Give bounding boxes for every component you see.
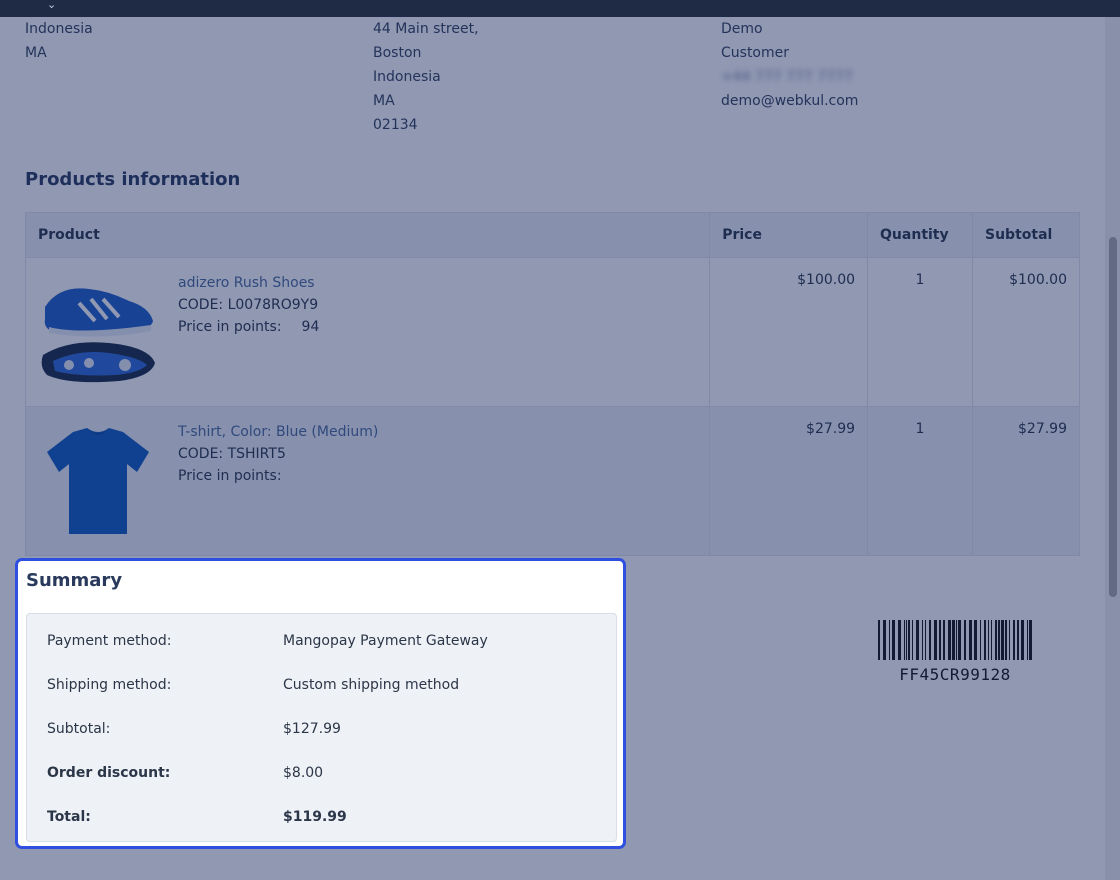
- barcode-bar: [1009, 620, 1010, 660]
- barcode-bar: [984, 620, 986, 660]
- barcode-bar: [922, 620, 923, 660]
- summary-box: Payment method: Mangopay Payment Gateway…: [26, 613, 617, 842]
- price-in-points: Price in points:: [178, 465, 378, 487]
- barcode: FF45CR99128: [876, 620, 1034, 684]
- barcode-bar: [974, 620, 977, 660]
- barcode-bar: [991, 620, 992, 660]
- barcode-bar: [980, 620, 981, 660]
- barcode-bar: [892, 620, 895, 660]
- quantity-cell: 1: [867, 406, 973, 556]
- products-table: Product Price Quantity Subtotal adizero …: [24, 212, 1080, 556]
- summary-value: $127.99: [283, 721, 341, 737]
- barcode-bar: [948, 620, 951, 660]
- subtotal-cell: $27.99: [972, 406, 1080, 556]
- address-line: Boston: [373, 45, 422, 61]
- barcode-bar: [898, 620, 901, 660]
- barcode-bar: [904, 620, 905, 660]
- quantity-cell: 1: [867, 257, 973, 407]
- scrollbar-thumb[interactable]: [1109, 237, 1117, 597]
- address-line: 02134: [373, 117, 418, 133]
- customer-phone: +44 777 777 7777: [721, 69, 853, 85]
- barcode-bar: [998, 620, 1000, 660]
- barcode-bar: [1027, 620, 1028, 660]
- barcode-bar: [988, 620, 989, 660]
- barcode-bar: [943, 620, 945, 660]
- product-code: CODE: L0078RO9Y9: [178, 297, 319, 313]
- barcode-bar: [1029, 620, 1032, 660]
- barcode-bar: [939, 620, 941, 660]
- price-in-points: Price in points: 94: [178, 316, 319, 338]
- column-header-product: Product: [24, 212, 711, 258]
- address-column-1: Indonesia MA: [25, 17, 93, 65]
- barcode-bar: [1021, 620, 1024, 660]
- barcode-bar: [889, 620, 890, 660]
- summary-label: Total:: [47, 809, 91, 825]
- barcode-bar: [958, 620, 961, 660]
- table-row: T-shirt, Color: Blue (Medium) CODE: TSHI…: [24, 406, 1080, 556]
- summary-value: $119.99: [283, 809, 347, 825]
- table-row: adizero Rush Shoes CODE: L0078RO9Y9 Pric…: [24, 257, 1080, 407]
- address-line: Indonesia: [373, 69, 441, 85]
- summary-label: Subtotal:: [47, 721, 111, 737]
- barcode-bar: [1001, 620, 1004, 660]
- column-header-quantity: Quantity: [867, 212, 973, 258]
- summary-title: Summary: [26, 570, 123, 591]
- barcode-bar: [929, 620, 931, 660]
- barcode-bar: [1013, 620, 1015, 660]
- barcode-bar: [1005, 620, 1007, 660]
- barcode-bar: [952, 620, 955, 660]
- subtotal-cell: $100.00: [972, 257, 1080, 407]
- column-header-subtotal: Subtotal: [972, 212, 1080, 258]
- chevron-down-icon[interactable]: ⌄: [47, 0, 56, 12]
- barcode-bar: [912, 620, 913, 660]
- customer-first-name: Demo: [721, 21, 763, 37]
- customer-column: Demo Customer +44 777 777 7777 demo@webk…: [721, 17, 858, 113]
- address-line: 44 Main street,: [373, 21, 479, 37]
- product-cell: T-shirt, Color: Blue (Medium) CODE: TSHI…: [24, 406, 711, 556]
- products-section-title: Products information: [25, 169, 241, 190]
- points-label: Price in points:: [178, 319, 282, 335]
- address-line: MA: [25, 45, 47, 61]
- table-header-row: Product Price Quantity Subtotal: [24, 212, 1080, 258]
- customer-email: demo@webkul.com: [721, 93, 859, 109]
- barcode-bar: [964, 620, 966, 660]
- shoe-image[interactable]: [38, 272, 158, 392]
- summary-panel: Summary Payment method: Mangopay Payment…: [15, 558, 626, 849]
- summary-value: $8.00: [283, 765, 324, 781]
- barcode-bar: [906, 620, 907, 660]
- product-code: CODE: TSHIRT5: [178, 446, 286, 462]
- barcode-bar: [934, 620, 937, 660]
- tshirt-image[interactable]: [38, 421, 158, 541]
- address-line: Indonesia: [25, 21, 93, 37]
- barcode-bar: [969, 620, 972, 660]
- barcode-number: FF45CR99128: [899, 665, 1011, 684]
- customer-last-name: Customer: [721, 45, 790, 61]
- barcode-bar: [878, 620, 880, 660]
- points-label: Price in points:: [178, 468, 282, 484]
- barcode-bar: [956, 620, 957, 660]
- summary-value: Mangopay Payment Gateway: [283, 633, 488, 649]
- barcode-bar: [883, 620, 886, 660]
- barcode-bars: [878, 620, 1032, 660]
- product-cell: adizero Rush Shoes CODE: L0078RO9Y9 Pric…: [24, 257, 711, 407]
- top-bar: ⌄: [0, 0, 1120, 17]
- summary-label: Order discount:: [47, 765, 171, 781]
- barcode-bar: [995, 620, 997, 660]
- barcode-bar: [916, 620, 919, 660]
- points-value: 94: [301, 319, 320, 335]
- summary-value: Custom shipping method: [283, 677, 460, 693]
- address-column-2: 44 Main street, Boston Indonesia MA 0213…: [373, 17, 479, 137]
- barcode-bar: [1017, 620, 1019, 660]
- barcode-bar: [925, 620, 926, 660]
- product-name-link[interactable]: adizero Rush Shoes: [178, 272, 319, 294]
- price-cell: $100.00: [709, 257, 869, 407]
- summary-label: Payment method:: [47, 633, 172, 649]
- product-name-link[interactable]: T-shirt, Color: Blue (Medium): [178, 421, 378, 443]
- barcode-bar: [908, 620, 910, 660]
- column-header-price: Price: [709, 212, 869, 258]
- price-cell: $27.99: [709, 406, 869, 556]
- summary-label: Shipping method:: [47, 677, 172, 693]
- vertical-scrollbar[interactable]: [1105, 17, 1120, 880]
- address-line: MA: [373, 93, 395, 109]
